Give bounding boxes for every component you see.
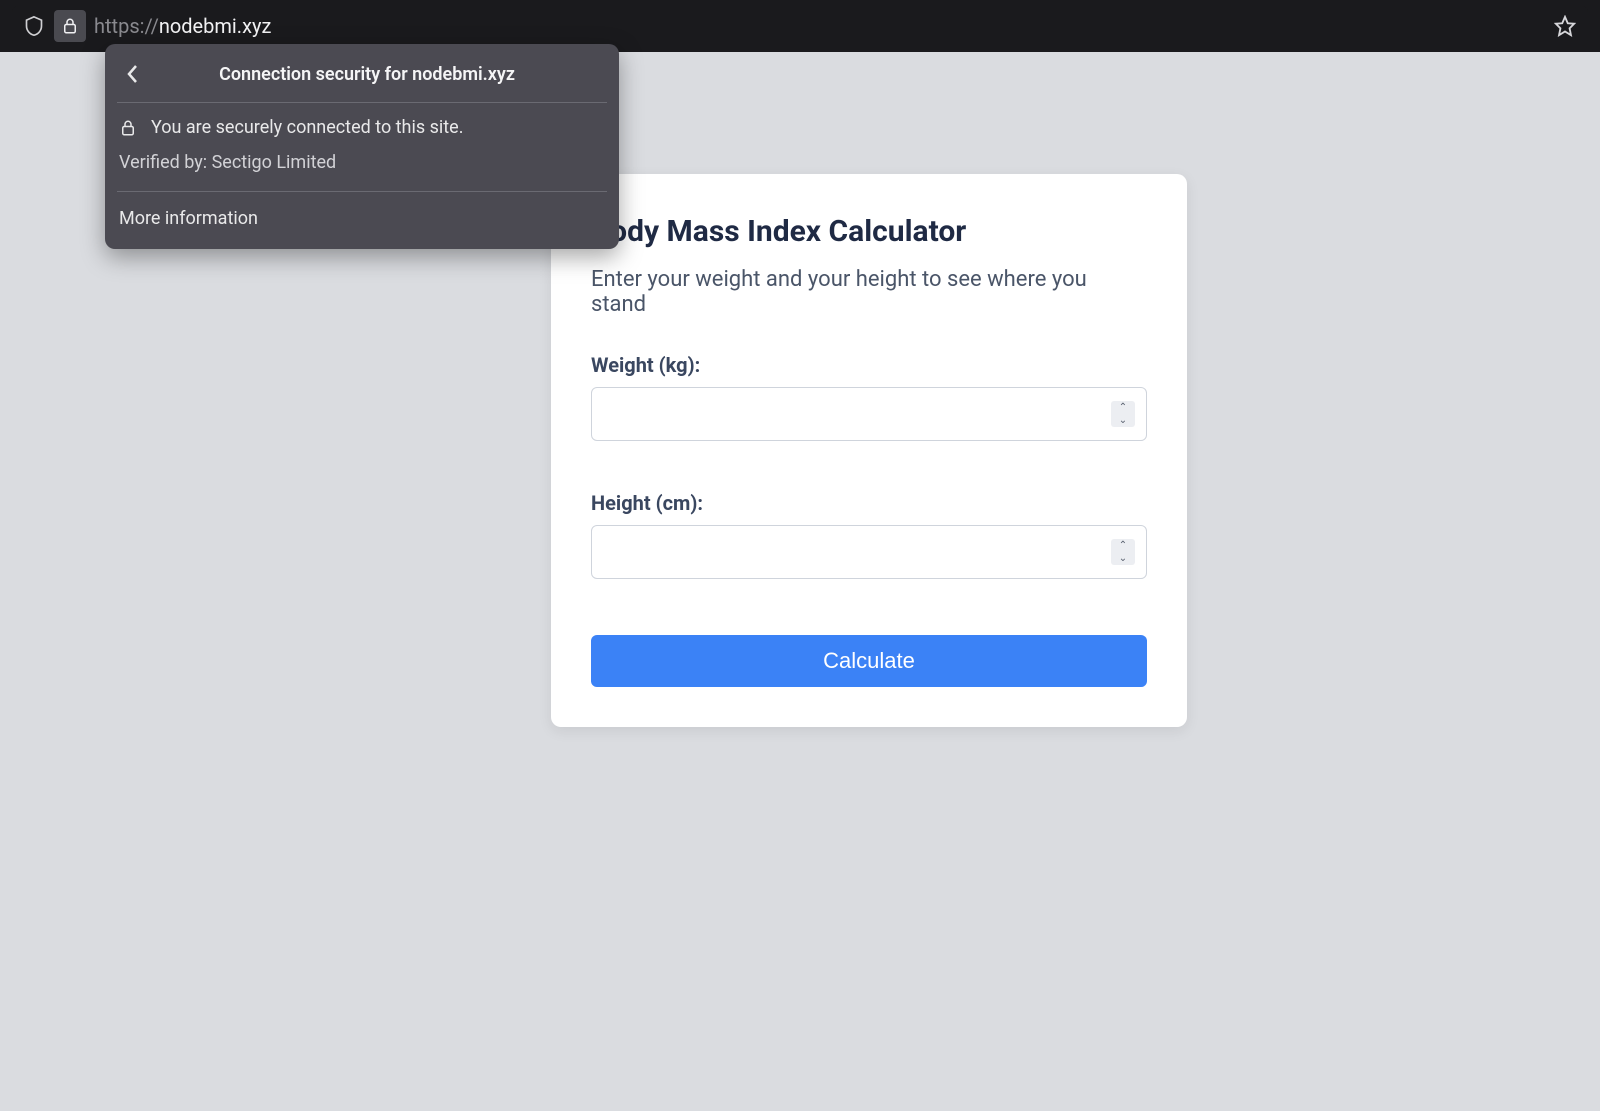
weight-input-wrap: ⌃ ⌄ xyxy=(591,387,1147,441)
popover-header: Connection security for nodebmi.xyz xyxy=(105,44,619,102)
weight-label: Weight (kg): xyxy=(591,353,1147,377)
shield-icon xyxy=(24,15,44,37)
chevron-up-icon: ⌃ xyxy=(1111,401,1135,414)
card-title: Body Mass Index Calculator xyxy=(591,214,1147,249)
chevron-down-icon: ⌄ xyxy=(1111,414,1135,427)
popover-secure-row: You are securely connected to this site. xyxy=(105,103,619,152)
chevron-up-icon: ⌃ xyxy=(1111,539,1135,552)
height-input-wrap: ⌃ ⌄ xyxy=(591,525,1147,579)
weight-input[interactable] xyxy=(591,387,1147,441)
lock-icon xyxy=(61,16,79,36)
url-domain: nodebmi.xyz xyxy=(159,14,272,38)
height-input[interactable] xyxy=(591,525,1147,579)
url-prefix: https:// xyxy=(94,14,159,38)
tracking-protection-button[interactable] xyxy=(18,10,50,42)
calculate-button[interactable]: Calculate xyxy=(591,635,1147,687)
chevron-down-icon: ⌄ xyxy=(1111,552,1135,565)
height-stepper[interactable]: ⌃ ⌄ xyxy=(1111,539,1135,565)
height-label: Height (cm): xyxy=(591,491,1147,515)
star-icon xyxy=(1554,15,1576,37)
card-subtitle: Enter your weight and your height to see… xyxy=(591,267,1147,317)
popover-secure-text: You are securely connected to this site. xyxy=(151,117,463,138)
bookmark-button[interactable] xyxy=(1548,9,1582,43)
lock-icon xyxy=(119,118,137,138)
site-security-button[interactable] xyxy=(54,10,86,42)
popover-verified-text: Verified by: Sectigo Limited xyxy=(119,152,336,173)
popover-more-info[interactable]: More information xyxy=(105,192,619,245)
bmi-card: Body Mass Index Calculator Enter your we… xyxy=(551,174,1187,727)
popover-verified-row: Verified by: Sectigo Limited xyxy=(105,152,619,191)
security-popover: Connection security for nodebmi.xyz You … xyxy=(105,44,619,249)
popover-title: Connection security for nodebmi.xyz xyxy=(129,64,605,85)
url-text[interactable]: https://nodebmi.xyz xyxy=(94,14,271,38)
weight-stepper[interactable]: ⌃ ⌄ xyxy=(1111,401,1135,427)
url-area[interactable]: https://nodebmi.xyz xyxy=(12,6,1588,46)
